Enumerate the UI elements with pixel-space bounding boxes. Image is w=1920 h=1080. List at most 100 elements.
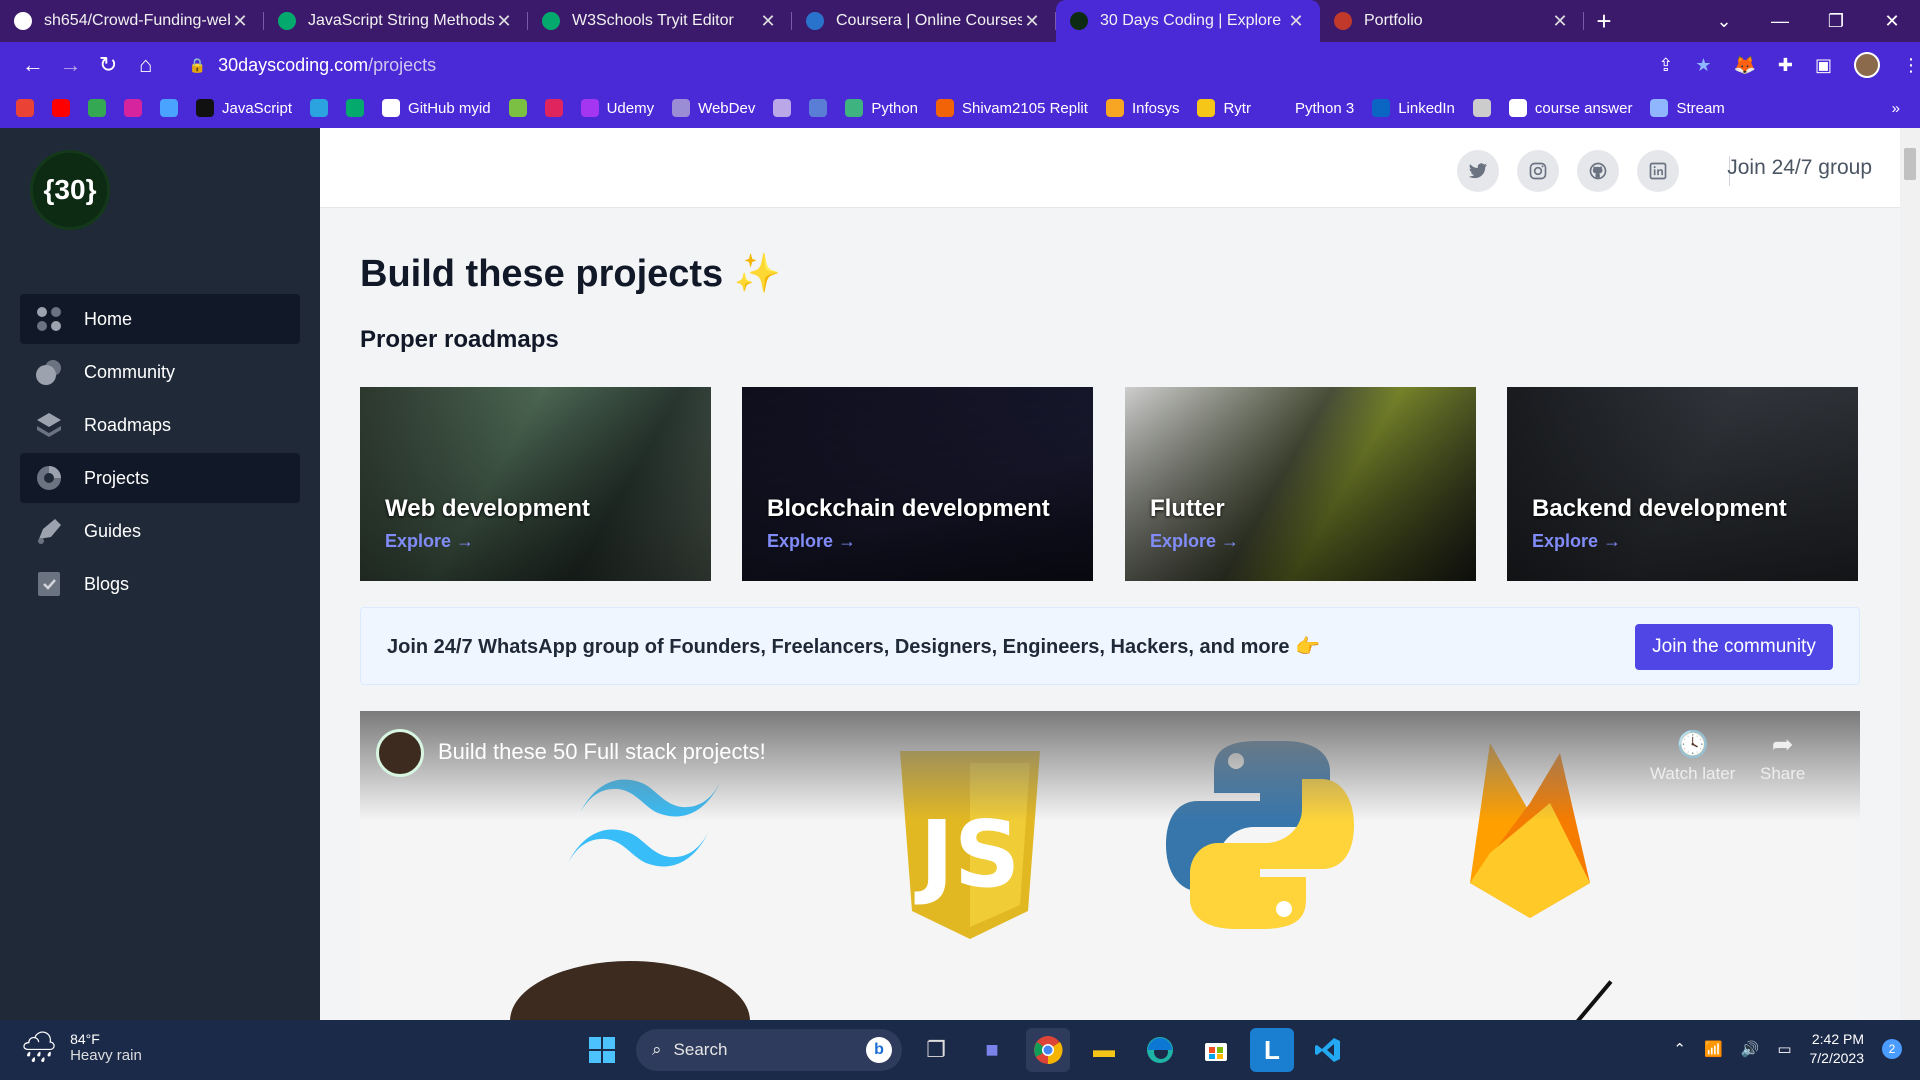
bookmark-6[interactable]: [310, 99, 329, 117]
menu-icon[interactable]: ⋮: [1902, 55, 1920, 76]
close-tab-icon[interactable]: ✕: [494, 11, 514, 32]
url-bar[interactable]: 🔒 30dayscoding.com/projects: [174, 48, 1645, 82]
github-icon[interactable]: [1577, 150, 1619, 192]
bookmark-12[interactable]: WebDev: [672, 99, 755, 117]
weather-widget[interactable]: 🌧 84°F Heavy rain: [20, 1030, 142, 1065]
tab-1[interactable]: JavaScript String Methods ✕: [264, 0, 528, 42]
chrome-icon[interactable]: [1026, 1028, 1070, 1072]
teams-chat-icon[interactable]: ■: [970, 1028, 1014, 1072]
instagram-icon[interactable]: [1517, 150, 1559, 192]
share-icon[interactable]: ⇪: [1658, 55, 1673, 76]
roadmap-card[interactable]: Flutter Explore →: [1125, 387, 1476, 581]
battery-icon[interactable]: ▭: [1777, 1040, 1791, 1058]
explore-link[interactable]: Explore →: [767, 531, 856, 552]
bookmark-22[interactable]: course answer: [1508, 99, 1632, 117]
tab-4[interactable]: 30 Days Coding | Explore co ✕: [1056, 0, 1320, 42]
file-explorer-icon[interactable]: ▬: [1082, 1028, 1126, 1072]
bookmark-3[interactable]: [124, 99, 142, 117]
bookmark-14[interactable]: [809, 99, 828, 117]
taskbar-search[interactable]: ⌕ Search b: [636, 1029, 902, 1071]
bing-icon[interactable]: b: [866, 1037, 892, 1063]
microsoft-store-icon[interactable]: [1194, 1028, 1238, 1072]
bookmark-21[interactable]: [1472, 99, 1491, 117]
forward-button[interactable]: →: [52, 52, 90, 78]
bookmark-0[interactable]: [16, 99, 34, 117]
close-tab-icon[interactable]: ✕: [230, 11, 250, 32]
sidebar-item-community[interactable]: Community: [20, 347, 300, 397]
bookmark-1[interactable]: [52, 99, 70, 117]
side-panel-icon[interactable]: ▣: [1815, 55, 1832, 76]
bookmark-2[interactable]: [88, 99, 106, 117]
bookmark-4[interactable]: [160, 99, 178, 117]
reload-button[interactable]: ↻: [89, 52, 127, 78]
bookmark-11[interactable]: Udemy: [580, 99, 654, 117]
roadmap-card[interactable]: Web development Explore →: [360, 387, 711, 581]
tab-search-icon[interactable]: ⌄: [1696, 11, 1752, 32]
close-tab-icon[interactable]: ✕: [1022, 11, 1042, 32]
watch-later-button[interactable]: 🕓 Watch later: [1650, 729, 1735, 784]
new-tab-button[interactable]: +: [1584, 6, 1624, 37]
sidebar-item-blogs[interactable]: Blogs: [20, 559, 300, 609]
close-window-button[interactable]: ✕: [1864, 11, 1920, 32]
explore-link[interactable]: Explore →: [1532, 531, 1621, 552]
close-tab-icon[interactable]: ✕: [1550, 11, 1570, 32]
wifi-icon[interactable]: 📶: [1704, 1040, 1723, 1058]
tab-2[interactable]: W3Schools Tryit Editor ✕: [528, 0, 792, 42]
tab-5[interactable]: Portfolio ✕: [1320, 0, 1584, 42]
vscode-icon[interactable]: [1306, 1028, 1350, 1072]
lite-app-icon[interactable]: L: [1250, 1028, 1294, 1072]
tab-3[interactable]: Coursera | Online Courses & ✕: [792, 0, 1056, 42]
bookmark-7[interactable]: [346, 99, 365, 117]
tab-0[interactable]: sh654/Crowd-Funding-web ✕: [0, 0, 264, 42]
clock[interactable]: 2:42 PM 7/2/2023: [1810, 1030, 1865, 1068]
restore-button[interactable]: ❐: [1808, 11, 1864, 32]
video-title[interactable]: Build these 50 Full stack projects!: [438, 739, 766, 765]
video-embed[interactable]: JS Build these 50 Full stack projects! 🕓…: [360, 711, 1860, 1020]
bookmark-star-icon[interactable]: ★: [1695, 55, 1711, 76]
join-group-link[interactable]: Join 24/7 group: [1727, 156, 1872, 180]
linkedin-icon[interactable]: [1637, 150, 1679, 192]
sidebar-item-home[interactable]: Home: [20, 294, 300, 344]
volume-icon[interactable]: 🔊: [1741, 1040, 1760, 1058]
home-button[interactable]: ⌂: [127, 52, 165, 78]
scrollbar-thumb[interactable]: [1904, 148, 1916, 180]
scrollbar[interactable]: [1900, 128, 1920, 1020]
lock-icon[interactable]: 🔒: [189, 57, 206, 74]
extensions-icon[interactable]: ✚: [1778, 55, 1793, 76]
more-bookmarks-button[interactable]: »: [1892, 100, 1900, 117]
roadmap-card[interactable]: Backend development Explore →: [1507, 387, 1858, 581]
site-logo[interactable]: {30}: [30, 150, 110, 230]
bookmark-18[interactable]: Rytr: [1197, 99, 1251, 117]
bookmark-17[interactable]: Infosys: [1105, 99, 1179, 117]
twitter-icon[interactable]: [1457, 150, 1499, 192]
bookmark-5[interactable]: JavaScript: [196, 99, 292, 117]
bookmark-10[interactable]: [544, 99, 563, 117]
chevron-up-icon[interactable]: ⌃: [1673, 1040, 1686, 1058]
notification-badge[interactable]: 2: [1882, 1039, 1902, 1059]
edge-icon[interactable]: [1138, 1028, 1182, 1072]
bookmark-20[interactable]: LinkedIn: [1372, 99, 1455, 117]
sidebar-item-guides[interactable]: Guides: [20, 506, 300, 556]
sidebar-item-roadmaps[interactable]: Roadmaps: [20, 400, 300, 450]
metamask-icon[interactable]: 🦊: [1733, 55, 1755, 76]
minimize-button[interactable]: —: [1752, 11, 1808, 32]
roadmap-card[interactable]: Blockchain development Explore →: [742, 387, 1093, 581]
bookmark-23[interactable]: Stream: [1650, 99, 1725, 117]
sidebar-item-projects[interactable]: Projects: [20, 453, 300, 503]
close-tab-icon[interactable]: ✕: [758, 11, 778, 32]
bookmark-13[interactable]: [773, 99, 792, 117]
join-community-button[interactable]: Join the community: [1635, 624, 1833, 670]
share-button[interactable]: ➦ Share: [1760, 729, 1805, 784]
bookmark-16[interactable]: Shivam2105 Replit: [936, 99, 1088, 117]
back-button[interactable]: ←: [14, 52, 52, 78]
bookmark-8[interactable]: GitHub myid: [382, 99, 491, 117]
windows-start-icon[interactable]: [580, 1028, 624, 1072]
profile-avatar[interactable]: [1853, 52, 1880, 78]
bookmark-9[interactable]: [508, 99, 527, 117]
close-tab-icon[interactable]: ✕: [1286, 11, 1306, 32]
bookmark-19[interactable]: Python 3: [1268, 99, 1354, 117]
explore-link[interactable]: Explore →: [385, 531, 474, 552]
bookmark-15[interactable]: Python: [845, 99, 918, 117]
task-view-icon[interactable]: ❐: [914, 1028, 958, 1072]
explore-link[interactable]: Explore →: [1150, 531, 1239, 552]
